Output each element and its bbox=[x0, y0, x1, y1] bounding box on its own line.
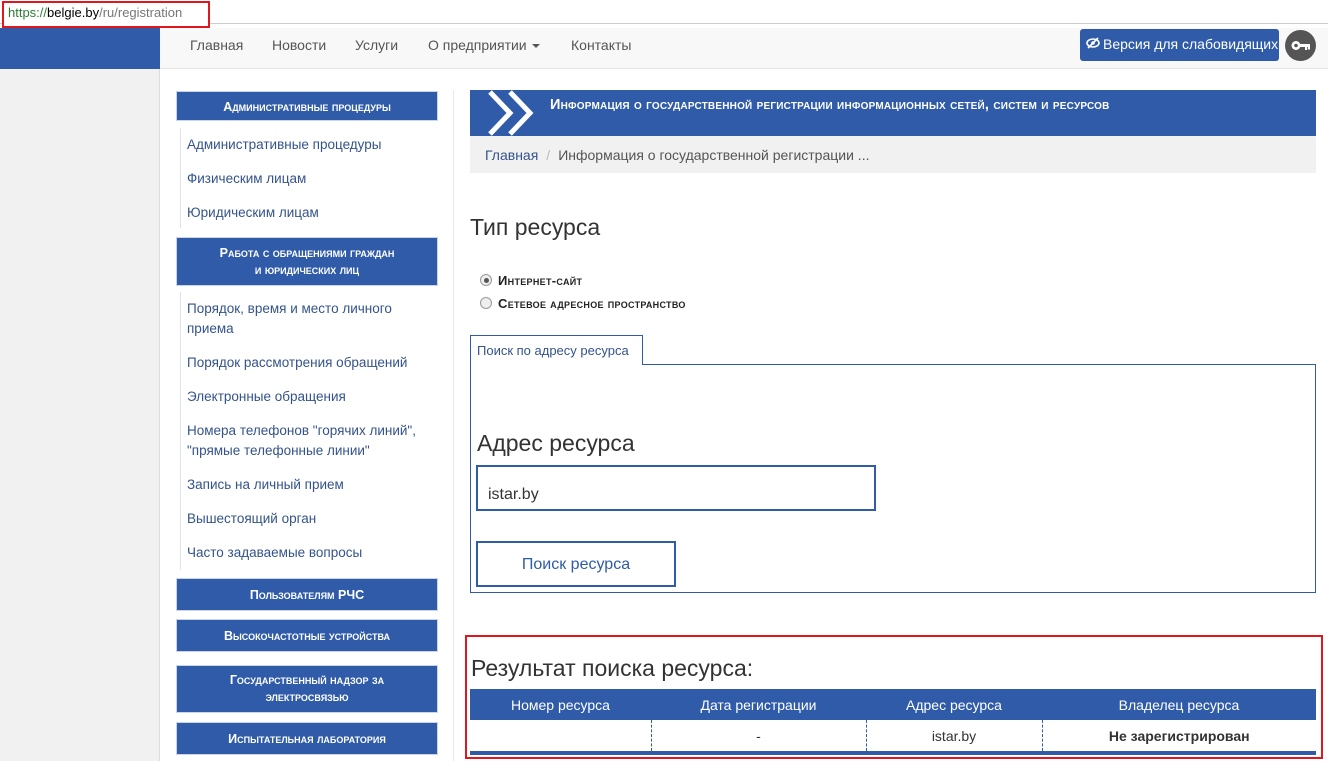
nav-about-dropdown[interactable]: О предприятии bbox=[428, 37, 540, 53]
col-header-owner: Владелец ресурса bbox=[1042, 689, 1316, 720]
cell-owner-status: Не зарегистрирован bbox=[1041, 720, 1316, 751]
sidebar-section-telecom-supervision[interactable]: Государственный надзор за электросвязью bbox=[177, 666, 437, 712]
sidebar-item-hotlines-cont[interactable]: "прямые телефонные линии" bbox=[187, 441, 370, 461]
col-header-address: Адрес ресурса bbox=[866, 689, 1042, 720]
chevron-down-icon bbox=[531, 44, 540, 49]
sidebar-list-appeals: Порядок, время и место личного приема По… bbox=[180, 292, 437, 570]
url-field[interactable]: https://belgie.by/ru/registration bbox=[2, 1, 210, 28]
page-title: Информация о государственной регистрации… bbox=[550, 97, 1110, 113]
result-heading: Результат поиска ресурса: bbox=[471, 655, 754, 681]
accessibility-version-label: Версия для слабовидящих bbox=[1103, 36, 1279, 52]
cell-date: - bbox=[650, 720, 866, 751]
radio-unchecked-icon bbox=[480, 297, 492, 309]
nav-home[interactable]: Главная bbox=[190, 37, 243, 53]
sidebar-section-appeals-line1: Работа с обращениями граждан bbox=[219, 246, 395, 260]
sidebar-item-reception-signup[interactable]: Запись на личный прием bbox=[187, 475, 344, 495]
column-divider bbox=[453, 90, 454, 761]
cell-number bbox=[470, 720, 651, 751]
breadcrumb-home[interactable]: Главная bbox=[485, 147, 538, 163]
sidebar-item-superior-body[interactable]: Вышестоящий орган bbox=[187, 509, 316, 529]
header-left-strip bbox=[0, 28, 160, 69]
cell-address: istar.by bbox=[865, 720, 1042, 751]
sidebar-item-legal-entities[interactable]: Юридическим лицам bbox=[187, 203, 319, 223]
sidebar-item-individuals[interactable]: Физическим лицам bbox=[187, 169, 306, 189]
radio-address-space-label: Сетевое адресное пространство bbox=[498, 296, 686, 311]
radio-website[interactable]: Интернет-сайт bbox=[480, 273, 582, 288]
col-header-date: Дата регистрации bbox=[651, 689, 866, 720]
resource-type-heading: Тип ресурса bbox=[470, 214, 601, 240]
sidebar-section-rfs-users[interactable]: Пользователям РЧС bbox=[177, 579, 437, 610]
table-footer-bar bbox=[470, 751, 1316, 755]
breadcrumb-separator: / bbox=[546, 147, 551, 163]
sidebar-section-telecom-supervision-line2: электросвязью bbox=[265, 690, 349, 704]
sidebar-item-admin-procedures[interactable]: Административные процедуры bbox=[187, 135, 381, 155]
breadcrumb: Главная / Информация о государственной рег… bbox=[470, 136, 1316, 173]
accessibility-version-button[interactable]: Версия для слабовидящих bbox=[1080, 29, 1279, 61]
sidebar-section-testing-lab[interactable]: Испытательная лаборатория bbox=[177, 723, 437, 754]
address-heading: Адрес ресурса bbox=[477, 430, 635, 456]
tab-search-by-address[interactable]: Поиск по адресу ресурса bbox=[470, 335, 643, 365]
nav-contacts[interactable]: Контакты bbox=[571, 37, 631, 53]
result-table: Номер ресурса Дата регистрации Адрес рес… bbox=[470, 689, 1316, 755]
sidebar-item-faq[interactable]: Часто задаваемые вопросы bbox=[187, 543, 362, 563]
radio-website-label: Интернет-сайт bbox=[498, 273, 583, 288]
table-row: - istar.by Не зарегистрирован bbox=[470, 720, 1316, 751]
col-header-number: Номер ресурса bbox=[470, 689, 651, 720]
sidebar-list-admin: Административные процедуры Физическим ли… bbox=[180, 128, 437, 228]
radio-checked-icon bbox=[480, 274, 492, 286]
nav-news[interactable]: Новости bbox=[272, 37, 326, 53]
login-button[interactable] bbox=[1285, 30, 1316, 61]
sidebar-item-appeal-procedure[interactable]: Порядок рассмотрения обращений bbox=[187, 353, 407, 373]
page: https://belgie.by/ru/registration Главна… bbox=[0, 0, 1328, 761]
sidebar-item-electronic-appeals[interactable]: Электронные обращения bbox=[187, 387, 346, 407]
key-icon bbox=[1291, 41, 1310, 50]
sidebar-section-telecom-supervision-line1: Государственный надзор за bbox=[229, 673, 385, 687]
page-banner: Информация о государственной регистрации… bbox=[470, 90, 1316, 136]
radio-address-space[interactable]: Сетевое адресное пространство bbox=[480, 296, 686, 311]
nav-about-label: О предприятии bbox=[428, 37, 527, 53]
url-host: belgie.by bbox=[47, 5, 100, 20]
sidebar-item-personal-reception-cont[interactable]: приема bbox=[187, 319, 234, 339]
sidebar-section-appeals[interactable]: Работа с обращениями граждан и юридическ… bbox=[177, 238, 437, 285]
url-scheme: https:// bbox=[8, 5, 48, 20]
left-gutter bbox=[0, 69, 160, 761]
sidebar-item-hotlines[interactable]: Номера телефонов "горячих линий", bbox=[187, 421, 416, 441]
search-resource-button[interactable]: Поиск ресурса bbox=[476, 541, 676, 587]
address-input[interactable] bbox=[476, 465, 876, 511]
nav-services[interactable]: Услуги bbox=[355, 37, 398, 53]
sidebar-section-appeals-line2: и юридических лиц bbox=[254, 263, 360, 277]
sidebar-item-personal-reception[interactable]: Порядок, время и место личного bbox=[187, 299, 392, 319]
chevron-right-icon bbox=[488, 90, 534, 136]
sidebar-section-hf-devices[interactable]: Высокочастотные устройства bbox=[177, 620, 437, 651]
eye-slash-icon bbox=[1086, 36, 1100, 52]
url-path: /ru/registration bbox=[99, 5, 183, 20]
breadcrumb-current: Информация о государственной регистрации… bbox=[558, 147, 870, 163]
table-header-row: Номер ресурса Дата регистрации Адрес рес… bbox=[470, 689, 1316, 720]
sidebar-section-admin-procedures[interactable]: Административные процедуры bbox=[177, 92, 437, 120]
